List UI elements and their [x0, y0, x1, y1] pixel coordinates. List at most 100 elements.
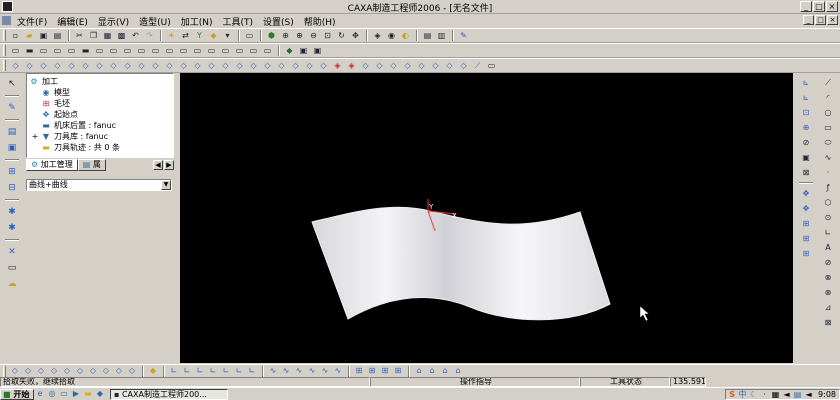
- light-icon[interactable]: ☀: [165, 30, 178, 42]
- surface-area-icon[interactable]: ◇: [177, 60, 190, 72]
- surface-tangent-icon[interactable]: ∟: [246, 366, 258, 376]
- rough-machining-icon[interactable]: ◇: [9, 60, 22, 72]
- revolve-icon[interactable]: ▭: [37, 45, 50, 57]
- mirror-copy-icon[interactable]: ⊞: [799, 217, 813, 230]
- shell-icon[interactable]: ▭: [149, 45, 162, 57]
- surface-join-icon[interactable]: ∟: [194, 366, 206, 376]
- surface-cut-icon[interactable]: ▭: [233, 45, 246, 57]
- sketch-icon[interactable]: ▭: [9, 45, 22, 57]
- network-icon[interactable]: ▤: [793, 390, 802, 399]
- wireframe-icon[interactable]: ◈: [371, 30, 384, 42]
- zoom-fit-icon[interactable]: ⊡: [321, 30, 334, 42]
- polygon-icon[interactable]: ⬡: [821, 196, 835, 209]
- folder-quick-icon[interactable]: ▬: [82, 389, 94, 399]
- new-file-icon[interactable]: ▫: [9, 30, 22, 42]
- shallow-icon[interactable]: ◇: [191, 60, 204, 72]
- plot-icon[interactable]: ▥: [435, 30, 448, 42]
- save-icon[interactable]: ▣: [37, 30, 50, 42]
- extrude-icon[interactable]: ▬: [23, 45, 36, 57]
- close-button[interactable]: ×: [826, 1, 838, 12]
- transform-icon[interactable]: ⇄: [179, 30, 192, 42]
- cylinder-icon[interactable]: ◇: [247, 60, 260, 72]
- boolean-icon[interactable]: ▭: [219, 45, 232, 57]
- region-rough-icon[interactable]: ◇: [23, 60, 36, 72]
- tree-node[interactable]: ◉ 模型: [29, 87, 171, 98]
- iso-line-icon[interactable]: ⊞: [353, 366, 365, 376]
- waterline-icon[interactable]: ◇: [79, 60, 92, 72]
- measure-icon[interactable]: ▭: [485, 60, 498, 72]
- contour-rough-icon[interactable]: ◇: [37, 60, 50, 72]
- curve-finish-icon[interactable]: ◇: [121, 60, 134, 72]
- offset-icon[interactable]: ∟: [821, 226, 835, 239]
- circle-icon[interactable]: ○: [821, 106, 835, 119]
- projection-icon[interactable]: ◇: [107, 60, 120, 72]
- trace-icon[interactable]: ◇: [317, 60, 330, 72]
- scan-line-icon[interactable]: ◇: [51, 60, 64, 72]
- curve-type-select[interactable]: 曲线+曲线 ▼: [26, 179, 172, 191]
- engrave-icon[interactable]: ◇: [275, 60, 288, 72]
- contour-finish-icon[interactable]: ◇: [149, 60, 162, 72]
- curve-join-icon[interactable]: ∿: [319, 366, 331, 376]
- taskbar-item-caxa[interactable]: ▪ CAXA制造工程师200...: [110, 388, 228, 400]
- coordinate-system-icon[interactable]: ⊾: [799, 76, 813, 89]
- tab-machining-manager[interactable]: ⚙ 加工管理: [26, 159, 78, 171]
- pan-icon[interactable]: ✥: [349, 30, 362, 42]
- menu-help[interactable]: 帮助(H): [299, 15, 341, 28]
- snap-icon[interactable]: ⊕: [799, 121, 813, 134]
- menu-tools[interactable]: 工具(T): [218, 15, 259, 28]
- filter-icon[interactable]: Y: [193, 30, 206, 42]
- chamfer-icon[interactable]: ▭: [135, 45, 148, 57]
- pencil-icon[interactable]: ✎: [457, 30, 470, 42]
- sogou-ime-icon[interactable]: S: [729, 390, 735, 399]
- redo-icon[interactable]: ↷: [143, 30, 156, 42]
- curve-project-icon[interactable]: ∿: [280, 366, 292, 376]
- ellipse-icon[interactable]: ⬭: [821, 136, 835, 149]
- drill-icon[interactable]: ◇: [289, 60, 302, 72]
- curve-smooth-icon[interactable]: ∿: [306, 366, 318, 376]
- simulate-icon[interactable]: ◈: [331, 60, 344, 72]
- tree-node[interactable]: ▬ 机床后置 : fanuc: [29, 120, 171, 131]
- punctuation-icon[interactable]: ·: [760, 390, 769, 399]
- arc-tangent-icon[interactable]: ⊙: [821, 211, 835, 224]
- view-orientation-icon[interactable]: ▣: [311, 45, 324, 57]
- surface-extend-icon[interactable]: ∟: [181, 366, 193, 376]
- chevron-down-icon[interactable]: ▼: [161, 180, 171, 190]
- line-icon[interactable]: ⟋: [821, 76, 835, 89]
- menu-settings[interactable]: 设置(S): [258, 15, 299, 28]
- curve-tool-icon[interactable]: ◇: [457, 60, 470, 72]
- scale-copy-icon[interactable]: ⊞: [799, 247, 813, 260]
- tab-properties[interactable]: ▤ 属: [77, 159, 106, 171]
- zoom-window-icon[interactable]: ⊕: [279, 30, 292, 42]
- pattern-icon[interactable]: ▭: [191, 45, 204, 57]
- start-button[interactable]: ■ 开始: [0, 388, 34, 400]
- expand-icon[interactable]: +: [31, 132, 39, 141]
- tab-scroll-right-icon[interactable]: ▶: [164, 160, 174, 170]
- boundary-icon[interactable]: ◇: [163, 60, 176, 72]
- path-edit-icon[interactable]: ◇: [359, 60, 372, 72]
- point-icon[interactable]: ▣: [799, 151, 813, 164]
- tree-view-icon[interactable]: ▤: [5, 125, 19, 139]
- undo-icon[interactable]: ↶: [129, 30, 142, 42]
- net-surface-icon[interactable]: ◇: [61, 366, 73, 376]
- rest-icon[interactable]: ◇: [303, 60, 316, 72]
- surface-offset-icon[interactable]: ∟: [233, 366, 245, 376]
- cloud-icon[interactable]: ☁: [5, 277, 19, 291]
- tree-node[interactable]: ▬ 刀具轨迹 : 共 0 条: [29, 142, 171, 153]
- graphics-viewport[interactable]: Y X: [180, 73, 793, 363]
- rib-icon[interactable]: ▭: [177, 45, 190, 57]
- grid-icon[interactable]: ⊟: [5, 181, 19, 195]
- line-tool-icon[interactable]: ⟋: [471, 60, 484, 72]
- layer-dropdown-icon[interactable]: ▾: [221, 30, 234, 42]
- work-plane-icon[interactable]: ⊾: [799, 91, 813, 104]
- curve-icon[interactable]: ✱: [5, 205, 19, 219]
- copy-icon[interactable]: ❐: [87, 30, 100, 42]
- menu-machining[interactable]: 加工(N): [176, 15, 218, 28]
- mediaplayer-icon[interactable]: ▶: [70, 389, 82, 399]
- groove-icon[interactable]: ◇: [261, 60, 274, 72]
- properties-icon[interactable]: ▣: [5, 141, 19, 155]
- hole-icon[interactable]: ▭: [107, 45, 120, 57]
- paste-icon[interactable]: ▦: [101, 30, 114, 42]
- rotate-copy-icon[interactable]: ✥: [799, 202, 813, 215]
- ruled-icon[interactable]: ◇: [219, 60, 232, 72]
- text-icon[interactable]: A: [821, 241, 835, 254]
